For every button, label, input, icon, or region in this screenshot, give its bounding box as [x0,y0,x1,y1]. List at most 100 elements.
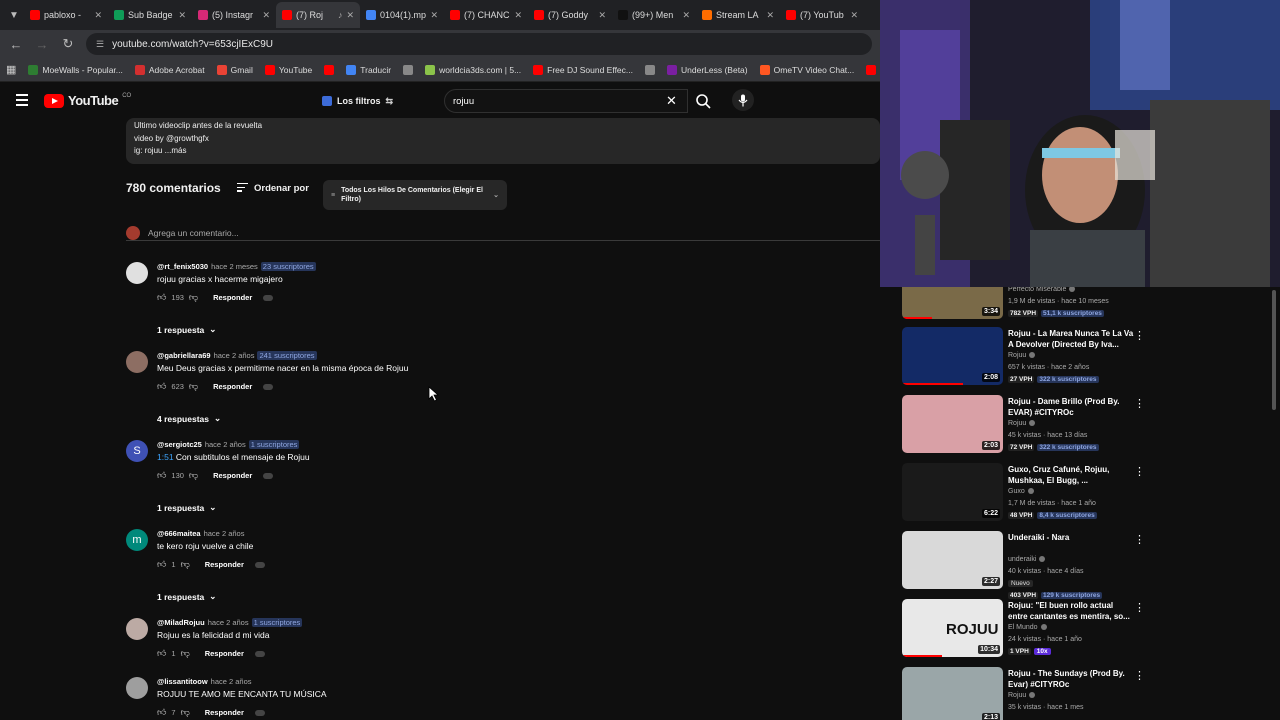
browser-tab[interactable]: 0104(1).mp ✕ [360,2,444,28]
comment-avatar[interactable]: S [126,440,148,462]
like-icon[interactable]: 👍︎ [157,559,166,570]
comment-date[interactable]: hace 2 años [211,677,252,686]
close-tab-icon[interactable]: ✕ [682,10,690,21]
menu-icon[interactable] [16,94,28,106]
video-thumbnail[interactable]: 2:03 [902,395,1003,453]
dislike-icon[interactable]: 👎︎ [181,707,190,718]
reply-button[interactable]: Responder [213,382,252,391]
recommended-video[interactable]: 2:27 Underaiki - Nara underaiki 40 k vistas… [902,531,1272,599]
tab-search-icon[interactable]: ▼ [4,4,24,26]
comment-avatar[interactable]: m [126,529,148,551]
video-thumbnail[interactable]: ROJUU 10:34 [902,599,1003,657]
recommended-video[interactable]: 6:22 Guxo, Cruz Cafuné, Rojuu, Mushkaa, E… [902,463,1272,525]
bookmark-item[interactable]: OmeTV Video Chat... [759,64,854,75]
thread-filter-select[interactable]: ≡ Todos Los Hilos De Comentarios (Elegir… [323,180,507,210]
comment-date[interactable]: hace 2 años [205,440,246,449]
bookmark-item[interactable]: Traducir [346,64,391,75]
speaker-icon[interactable]: ♪ [338,10,343,20]
browser-tab[interactable]: Sub Badge ✕ [108,2,192,28]
like-icon[interactable]: 👍︎ [157,707,166,718]
more-options-icon[interactable]: ⋮ [1134,465,1145,478]
dislike-icon[interactable]: 👎︎ [181,648,190,659]
browser-tab[interactable]: (5) Instagr ✕ [192,2,276,28]
comment-date[interactable]: hace 2 años [214,351,255,360]
video-channel[interactable]: Rojuu [1008,692,1036,699]
comment-author[interactable]: @rt_fenix5030 [157,262,208,271]
recommended-video[interactable]: ROJUU 10:34 Rojuu: "El buen rollo actual e… [902,599,1272,661]
close-tab-icon[interactable]: ✕ [514,10,522,21]
bookmark-item[interactable]: Ch [866,64,880,75]
site-info-icon[interactable]: ☰ [96,39,104,50]
search-icon[interactable] [688,89,718,113]
filters-button[interactable]: Los filtros ⇆ [322,92,393,110]
browser-tab[interactable]: (7) CHANC ✕ [444,2,528,28]
comment-author[interactable]: @lissantitoow [157,677,208,686]
bookmark-item[interactable] [645,64,655,75]
browser-tab[interactable]: (7) Roj ♪ ✕ [276,2,360,28]
bookmark-item[interactable]: UnderLess (Beta) [667,64,748,75]
video-thumbnail[interactable]: 2:27 [902,531,1003,589]
search-input[interactable]: rojuu [444,89,688,113]
add-comment-field[interactable]: Agrega un comentario... [126,225,880,241]
reply-button[interactable]: Responder [213,471,252,480]
like-icon[interactable]: 👍︎ [157,381,166,392]
dislike-icon[interactable]: 👎︎ [189,292,198,303]
apps-icon[interactable]: ▦ [6,63,16,76]
sort-button[interactable]: Ordenar por [237,183,309,194]
video-channel[interactable]: underaiki [1008,556,1046,563]
browser-tab[interactable]: pabloxo - ✕ [24,2,108,28]
close-tab-icon[interactable]: ✕ [850,10,858,21]
video-thumbnail[interactable]: 2:13 [902,667,1003,720]
dislike-icon[interactable]: 👎︎ [189,470,198,481]
comment-avatar[interactable] [126,262,148,284]
close-tab-icon[interactable]: ✕ [262,10,270,21]
comment-author[interactable]: @MiladRojuu [157,618,205,627]
video-thumbnail[interactable]: 3:34 [902,287,1003,319]
reply-button[interactable]: Responder [205,649,244,658]
bookmark-item[interactable]: Adobe Acrobat [134,64,205,75]
dislike-icon[interactable]: 👎︎ [181,559,190,570]
comment-author[interactable]: @666maitea [157,529,201,538]
more-options-icon[interactable]: ⋮ [1134,329,1145,342]
video-title[interactable]: Underaiki - Nara [1008,532,1134,543]
close-tab-icon[interactable]: ✕ [94,10,102,21]
reply-button[interactable]: Responder [205,708,244,717]
comment-avatar[interactable] [126,351,148,373]
view-replies-button[interactable]: 1 respuesta ⌄ [157,591,216,602]
video-title[interactable]: Rojuu: "El buen rollo actual entre canta… [1008,600,1134,622]
close-tab-icon[interactable]: ✕ [178,10,186,21]
bookmark-item[interactable]: Gmail [216,64,253,75]
like-icon[interactable]: 👍︎ [157,470,166,481]
more-options-icon[interactable]: ⋮ [1134,669,1145,682]
comment-avatar[interactable] [126,677,148,699]
bookmark-item[interactable] [324,64,335,75]
back-icon[interactable]: ← [8,37,24,52]
video-channel[interactable]: Rojuu [1008,420,1036,427]
recommended-video[interactable]: 2:08 Rojuu - La Marea Nunca Te La Va A De… [902,327,1272,389]
comment-author[interactable]: @gabriellara69 [157,351,211,360]
clear-search-icon[interactable]: ✕ [666,93,677,109]
more-options-icon[interactable]: ⋮ [1134,397,1145,410]
comment-timestamp-link[interactable]: 1:51 [157,452,174,462]
reply-button[interactable]: Responder [205,560,244,569]
dislike-icon[interactable]: 👎︎ [189,381,198,392]
video-title[interactable]: Rojuu - La Marea Nunca Te La Va A Devolv… [1008,328,1134,350]
browser-tab[interactable]: (7) Goddy ✕ [528,2,612,28]
close-tab-icon[interactable]: ✕ [346,10,354,21]
address-bar[interactable]: ☰ youtube.com/watch?v=653cjIExC9U [86,33,872,55]
video-channel[interactable]: El Mundo [1008,624,1047,631]
video-thumbnail[interactable]: 6:22 [902,463,1003,521]
view-replies-button[interactable]: 1 respuesta ⌄ [157,502,216,513]
bookmark-item[interactable]: MoeWalls - Popular... [28,64,123,75]
close-tab-icon[interactable]: ✕ [430,10,438,21]
comment-date[interactable]: hace 2 años [208,618,249,627]
video-title[interactable]: Rojuu - Dame Brillo (Prod By. EVAR) #CIT… [1008,396,1134,418]
bookmark-item[interactable]: worldcia3ds.com | 5... [425,64,521,75]
more-options-icon[interactable]: ⋮ [1134,533,1145,546]
view-replies-button[interactable]: 4 respuestas ⌄ [157,413,221,424]
video-description[interactable]: Ultimo videoclip antes de la revuelta vi… [126,118,880,164]
close-tab-icon[interactable]: ✕ [766,10,774,21]
youtube-logo[interactable]: YouTube CO [44,93,131,108]
reply-button[interactable]: Responder [213,293,252,302]
video-title[interactable]: Guxo, Cruz Cafuné, Rojuu, Mushkaa, El Bu… [1008,464,1134,486]
